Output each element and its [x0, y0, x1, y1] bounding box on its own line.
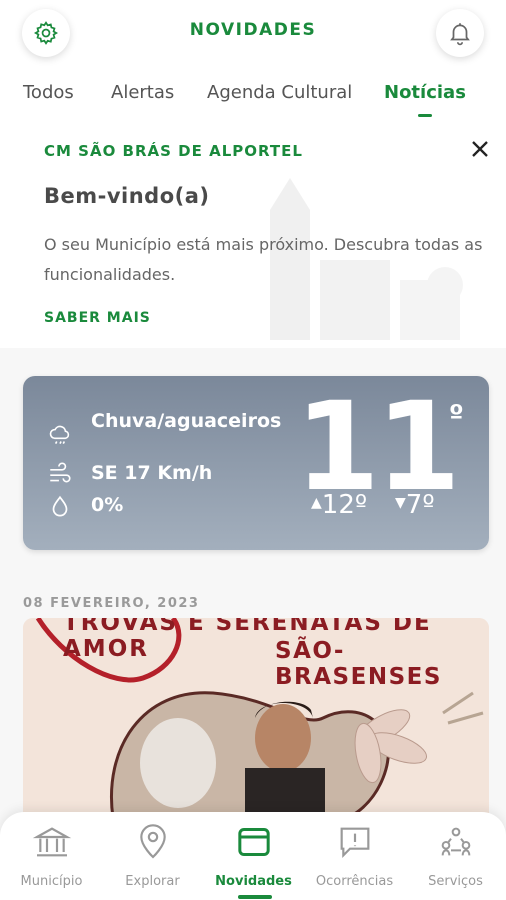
page-title: NOVIDADES: [189, 20, 317, 40]
top-bar: NOVIDADES Todos Alertas Agenda Cultural …: [0, 0, 506, 120]
max-temperature: ▲12º: [311, 490, 367, 520]
building-icon: [32, 827, 71, 857]
tab-todos[interactable]: Todos: [23, 82, 74, 103]
welcome-municipality-label: CM SÃO BRÁS DE ALPORTEL: [44, 142, 303, 160]
arrow-up-icon: ▲: [311, 495, 322, 511]
nav-explorar[interactable]: Explorar: [102, 822, 203, 889]
map-pin-icon: [139, 824, 166, 859]
degree-symbol: º: [449, 400, 464, 430]
learn-more-link[interactable]: SABER MAIS: [44, 310, 151, 326]
weather-condition: Chuva/aguaceiros: [91, 410, 282, 432]
news-date: 08 FEVEREIRO, 2023: [23, 596, 200, 611]
weather-card[interactable]: Chuva/aguaceiros SE 17 Km/h 0% 11 º ▲12º…: [23, 376, 489, 550]
bottom-navigation: Município Explorar Novidades Ocorrências…: [0, 812, 506, 900]
news-icon: [237, 828, 270, 856]
min-temperature: ▼7º: [395, 490, 435, 520]
min-temperature-value: 7º: [405, 490, 435, 520]
services-icon: [441, 827, 470, 856]
nav-servicos-label: Serviços: [428, 874, 483, 889]
nav-ocorrencias-label: Ocorrências: [315, 874, 394, 889]
rain-cloud-icon: [49, 425, 70, 445]
bell-icon: [450, 23, 470, 46]
active-tab-indicator: [418, 114, 432, 117]
close-icon[interactable]: [466, 135, 494, 163]
water-drop-icon: [52, 495, 68, 517]
welcome-title: Bem-vindo(a): [44, 184, 210, 208]
nav-servicos[interactable]: Serviços: [405, 822, 506, 889]
precipitation-value: 0%: [91, 494, 124, 516]
active-nav-indicator: [238, 895, 272, 899]
nav-novidades-label: Novidades: [215, 874, 292, 889]
nav-novidades[interactable]: Novidades: [203, 822, 304, 889]
welcome-card: CM SÃO BRÁS DE ALPORTEL Bem-vindo(a) O s…: [0, 120, 506, 348]
wind-icon: [50, 462, 71, 483]
news-poster-title-line2: SÃO-BRASENSES: [275, 638, 442, 690]
welcome-text: O seu Município está mais próximo. Descu…: [44, 235, 483, 284]
arrow-down-icon: ▼: [395, 495, 406, 511]
tab-alertas[interactable]: Alertas: [111, 82, 174, 103]
nav-ocorrencias[interactable]: Ocorrências: [304, 822, 405, 889]
max-temperature-value: 12º: [321, 490, 368, 520]
tab-agenda-cultural[interactable]: Agenda Cultural: [207, 82, 352, 103]
tab-noticias[interactable]: Notícias: [384, 82, 466, 103]
news-image[interactable]: TROVAS E SERENATAS DE AMOR SÃO-BRASENSES: [23, 618, 489, 818]
report-icon: [340, 827, 369, 858]
wind-value: SE 17 Km/h: [91, 462, 213, 484]
nav-explorar-label: Explorar: [125, 874, 180, 889]
tab-bar: Todos Alertas Agenda Cultural Notícias: [0, 82, 506, 117]
nav-municipio-label: Município: [20, 874, 83, 889]
notifications-button[interactable]: [436, 9, 484, 57]
nav-municipio[interactable]: Município: [1, 822, 102, 889]
